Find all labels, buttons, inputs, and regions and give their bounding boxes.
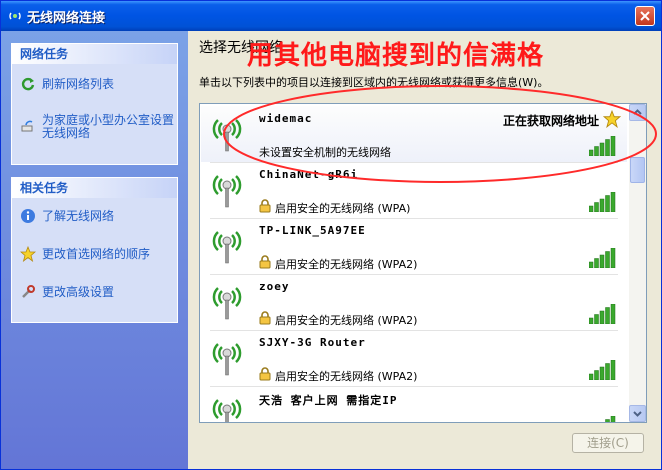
refresh-network-list-label: 刷新网络列表 bbox=[42, 77, 115, 91]
close-icon bbox=[640, 11, 650, 21]
network-ssid: zoey bbox=[259, 280, 290, 293]
lock-icon bbox=[259, 199, 271, 213]
network-row[interactable]: zoey 启用安全的无线网络 (WPA2) bbox=[201, 274, 627, 330]
wireless-network-icon bbox=[9, 12, 21, 20]
chevron-down-icon bbox=[633, 411, 642, 417]
network-row[interactable]: 天浩 客户上网 需指定IP bbox=[201, 386, 627, 422]
task-pane: 网络任务 刷新网络列表 为家庭或小型办公室设置无线网络 相关任务 了解无线网络 … bbox=[1, 31, 188, 469]
security-description: 启用安全的无线网络 (WPA2) bbox=[275, 370, 418, 383]
wireless-antenna-icon bbox=[212, 231, 242, 264]
security-description: 启用安全的无线网络 (WPA2) bbox=[275, 258, 418, 271]
related-tasks-header: 相关任务 bbox=[12, 178, 177, 198]
title-bar[interactable]: 无线网络连接 bbox=[1, 1, 661, 31]
signal-strength-icon bbox=[589, 304, 616, 324]
info-icon bbox=[21, 209, 35, 223]
security-description: 启用安全的无线网络 (WPA) bbox=[275, 202, 411, 215]
learn-wireless-link[interactable]: 了解无线网络 bbox=[12, 208, 177, 228]
learn-wireless-label: 了解无线网络 bbox=[42, 209, 115, 223]
advanced-settings-label: 更改高级设置 bbox=[42, 285, 115, 299]
wireless-connection-window: 无线网络连接 网络任务 刷新网络列表 为家庭或小型办公室设置无线网络 相关任务 … bbox=[0, 0, 662, 470]
star-icon bbox=[20, 246, 36, 262]
signal-strength-icon bbox=[605, 416, 616, 422]
signal-strength-icon bbox=[589, 248, 616, 268]
annotation-overlay-text: 用其他电脑搜到的信满格 bbox=[247, 41, 545, 71]
network-ssid: 天浩 客户上网 需指定IP bbox=[259, 394, 398, 407]
setup-network-icon bbox=[21, 120, 33, 132]
network-row[interactable]: TP-LINK_5A97EE 启用安全的无线网络 (WPA2) bbox=[201, 218, 627, 274]
refresh-icon bbox=[21, 77, 35, 91]
change-preferred-order-link[interactable]: 更改首选网络的顺序 bbox=[12, 246, 177, 266]
wireless-antenna-icon bbox=[212, 287, 242, 320]
annotation-oval bbox=[223, 85, 657, 183]
lock-icon bbox=[259, 367, 271, 381]
advanced-settings-link[interactable]: 更改高级设置 bbox=[12, 284, 177, 304]
setup-home-network-link[interactable]: 为家庭或小型办公室设置无线网络 bbox=[12, 114, 177, 146]
close-button[interactable] bbox=[635, 6, 655, 26]
network-tasks-box: 网络任务 刷新网络列表 为家庭或小型办公室设置无线网络 bbox=[11, 43, 178, 165]
wireless-antenna-icon bbox=[212, 343, 242, 376]
related-tasks-box: 相关任务 了解无线网络 更改首选网络的顺序 更改高级设置 bbox=[11, 177, 178, 323]
security-description: 启用安全的无线网络 (WPA2) bbox=[275, 314, 418, 327]
connect-button[interactable]: 连接(C) bbox=[572, 433, 644, 453]
network-row[interactable]: SJXY-3G Router 启用安全的无线网络 (WPA2) bbox=[201, 330, 627, 386]
refresh-network-list-link[interactable]: 刷新网络列表 bbox=[12, 76, 177, 96]
signal-strength-icon bbox=[589, 192, 616, 212]
wireless-antenna-icon bbox=[212, 399, 242, 422]
window-title: 无线网络连接 bbox=[27, 11, 106, 26]
network-ssid: TP-LINK_5A97EE bbox=[259, 224, 366, 237]
lock-icon bbox=[259, 311, 271, 325]
network-tasks-header: 网络任务 bbox=[12, 44, 177, 64]
lock-icon bbox=[259, 255, 271, 269]
tools-icon bbox=[22, 285, 35, 298]
scroll-down-button[interactable] bbox=[629, 405, 646, 422]
change-preferred-order-label: 更改首选网络的顺序 bbox=[42, 247, 151, 261]
signal-strength-icon bbox=[589, 360, 616, 380]
setup-home-network-label: 为家庭或小型办公室设置无线网络 bbox=[42, 113, 175, 140]
network-ssid: SJXY-3G Router bbox=[259, 336, 366, 349]
